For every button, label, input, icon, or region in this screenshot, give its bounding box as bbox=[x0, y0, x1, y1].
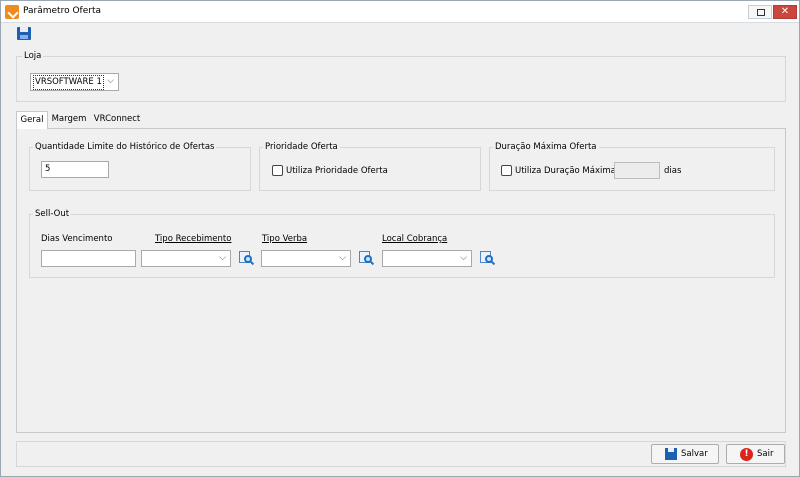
chevron-down-icon: ⌵ bbox=[219, 253, 226, 263]
chevron-down-icon: ⌵ bbox=[460, 253, 467, 263]
chevron-down-icon: ⌵ bbox=[339, 253, 346, 263]
sell-out-group: Sell-Out Dias Vencimento Tipo Recebiment… bbox=[29, 209, 775, 278]
floppy-disk-icon bbox=[665, 448, 677, 460]
duracao-checkbox-label[interactable]: Utiliza Duração Máxima bbox=[515, 166, 616, 176]
tab-geral[interactable]: Geral bbox=[16, 111, 48, 129]
close-button[interactable]: ✕ bbox=[773, 5, 797, 19]
tipo-recebimento-label[interactable]: Tipo Recebimento bbox=[155, 234, 231, 244]
floppy-disk-icon bbox=[17, 27, 31, 40]
local-cobranca-search-button[interactable] bbox=[479, 250, 496, 266]
chevron-down-icon: ⌵ bbox=[107, 76, 114, 86]
local-cobranca-select[interactable]: ⌵ bbox=[382, 250, 472, 267]
tab-margem[interactable]: Margem bbox=[48, 111, 90, 128]
toolbar-save-button[interactable] bbox=[16, 26, 33, 41]
duracao-checkbox[interactable] bbox=[501, 165, 512, 176]
tipo-recebimento-search-button[interactable] bbox=[238, 250, 255, 266]
prioridade-label: Prioridade Oferta bbox=[263, 142, 340, 152]
loja-select[interactable]: VRSOFTWARE 1 ⌵ bbox=[30, 73, 119, 91]
main-window: Parâmetro Oferta ✕ Loja VRSOFTWARE 1 ⌵ G… bbox=[0, 0, 800, 477]
duracao-label: Duração Máxima Oferta bbox=[493, 142, 599, 152]
local-cobranca-label[interactable]: Local Cobrança bbox=[382, 234, 447, 244]
close-icon: ✕ bbox=[780, 6, 790, 17]
qtd-limite-label: Quantidade Limite do Histórico de Oferta… bbox=[33, 142, 217, 152]
tipo-verba-search-button[interactable] bbox=[358, 250, 375, 266]
duracao-unit: dias bbox=[664, 166, 682, 176]
qtd-limite-group: Quantidade Limite do Histórico de Oferta… bbox=[29, 142, 251, 191]
loja-label: Loja bbox=[22, 51, 44, 61]
prioridade-group: Prioridade Oferta Utiliza Prioridade Ofe… bbox=[259, 142, 481, 191]
restore-button[interactable] bbox=[748, 5, 772, 19]
duracao-group: Duração Máxima Oferta Utiliza Duração Má… bbox=[489, 142, 775, 191]
exit-button[interactable]: ! Sair bbox=[726, 444, 785, 464]
prioridade-checkbox-label[interactable]: Utiliza Prioridade Oferta bbox=[286, 166, 388, 176]
tipo-verba-label[interactable]: Tipo Verba bbox=[262, 234, 307, 244]
exit-button-label: Sair bbox=[757, 449, 774, 459]
duracao-input[interactable] bbox=[614, 162, 660, 179]
qtd-limite-value: 5 bbox=[45, 164, 51, 174]
app-icon bbox=[5, 5, 19, 19]
tab-vrconnect[interactable]: VRConnect bbox=[90, 111, 144, 128]
loja-group: Loja VRSOFTWARE 1 ⌵ bbox=[16, 51, 786, 102]
prioridade-checkbox[interactable] bbox=[272, 165, 283, 176]
save-button[interactable]: Salvar bbox=[651, 444, 719, 464]
exit-icon: ! bbox=[740, 448, 753, 461]
tipo-verba-select[interactable]: ⌵ bbox=[261, 250, 351, 267]
window-title: Parâmetro Oferta bbox=[23, 6, 101, 16]
tipo-recebimento-select[interactable]: ⌵ bbox=[141, 250, 231, 267]
qtd-limite-input[interactable]: 5 bbox=[41, 161, 109, 178]
dias-vencimento-input[interactable] bbox=[41, 250, 136, 267]
loja-selected-value: VRSOFTWARE 1 bbox=[33, 75, 104, 90]
sell-out-label: Sell-Out bbox=[33, 209, 72, 219]
dias-vencimento-label: Dias Vencimento bbox=[41, 234, 113, 244]
title-bar: Parâmetro Oferta ✕ bbox=[1, 1, 799, 23]
save-button-label: Salvar bbox=[681, 449, 708, 459]
